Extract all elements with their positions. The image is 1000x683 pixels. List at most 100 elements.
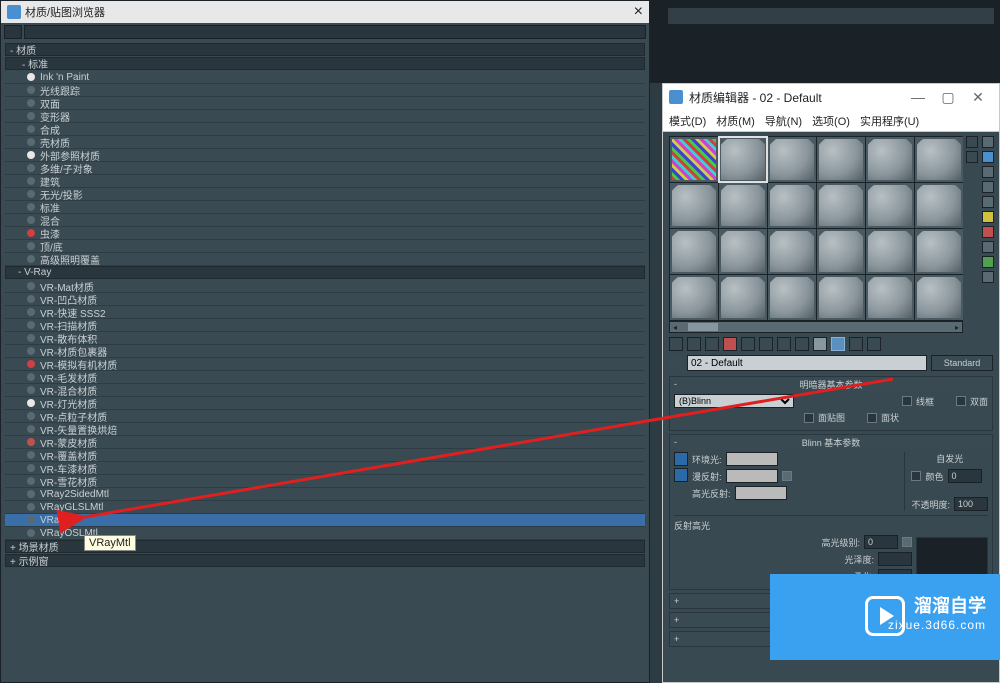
tool-show-end-result[interactable] (831, 337, 845, 351)
material-item[interactable]: Ink 'n Paint (5, 71, 645, 84)
material-item[interactable]: 建筑 (5, 175, 645, 188)
rollout-header[interactable]: - Blinn 基本参数 (670, 435, 992, 449)
tool-button[interactable] (966, 151, 978, 163)
tool-get-material[interactable] (669, 337, 683, 351)
material-sample-slot[interactable] (768, 275, 816, 320)
category-vray[interactable]: - V-Ray (5, 266, 645, 279)
material-item[interactable]: VR-雪花材质 (5, 475, 645, 488)
tool-button[interactable] (982, 271, 994, 283)
tool-button[interactable] (982, 211, 994, 223)
tool-button[interactable] (982, 166, 994, 178)
search-options-button[interactable] (4, 25, 22, 39)
material-sample-slot[interactable] (719, 229, 767, 274)
menu-navigate[interactable]: 导航(N) (765, 113, 802, 129)
tool-put-to-scene[interactable] (687, 337, 701, 351)
material-item[interactable]: VR-模拟有机材质 (5, 358, 645, 371)
lock-diffuse-specular[interactable] (674, 468, 688, 482)
tool-reset[interactable] (723, 337, 737, 351)
material-sample-slot[interactable] (866, 137, 914, 182)
material-sample-slot[interactable] (719, 137, 767, 182)
maximize-button[interactable]: ▢ (933, 86, 963, 108)
menu-options[interactable]: 选项(O) (812, 113, 850, 129)
material-sample-slot[interactable] (866, 183, 914, 228)
material-item[interactable]: VR-扫描材质 (5, 319, 645, 332)
material-sample-slot[interactable] (670, 275, 718, 320)
tool-put-library[interactable] (777, 337, 791, 351)
material-item[interactable]: 顶/底 (5, 240, 645, 253)
material-item[interactable]: 虫漆 (5, 227, 645, 240)
material-sample-slot[interactable] (817, 229, 865, 274)
wire-checkbox[interactable] (902, 396, 912, 406)
tool-copy[interactable] (741, 337, 755, 351)
material-sample-slot[interactable] (915, 183, 963, 228)
tool-button[interactable] (982, 151, 994, 163)
spec-level-spinner[interactable]: 0 (864, 535, 898, 549)
category-sample-slots[interactable]: + 示例窗 (5, 554, 645, 567)
shader-type-select[interactable]: (B)Blinn (674, 394, 794, 408)
material-sample-slot[interactable] (915, 137, 963, 182)
material-sample-slot[interactable] (817, 137, 865, 182)
tool-button[interactable] (982, 226, 994, 238)
self-illum-spinner[interactable]: 0 (948, 469, 982, 483)
material-item[interactable]: VR-矢量置换烘焙 (5, 423, 645, 436)
minimize-button[interactable]: — (903, 86, 933, 108)
tool-button[interactable] (982, 136, 994, 148)
menu-mode[interactable]: 模式(D) (669, 113, 706, 129)
material-item[interactable]: 混合 (5, 214, 645, 227)
search-input[interactable] (24, 25, 646, 39)
material-item[interactable]: 光线跟踪 (5, 84, 645, 97)
tool-show-map[interactable] (813, 337, 827, 351)
material-sample-slot[interactable] (817, 275, 865, 320)
tool-button[interactable] (982, 256, 994, 268)
lock-ambient-diffuse[interactable] (674, 452, 688, 466)
tool-go-forward[interactable] (867, 337, 881, 351)
material-item[interactable]: 双面 (5, 97, 645, 110)
material-sample-slot[interactable] (866, 275, 914, 320)
faceted-checkbox[interactable] (867, 413, 877, 423)
material-item[interactable]: 壳材质 (5, 136, 645, 149)
specular-color[interactable] (735, 486, 787, 500)
two-sided-checkbox[interactable] (956, 396, 966, 406)
self-illum-color-checkbox[interactable] (911, 471, 921, 481)
material-sample-slot[interactable] (670, 137, 718, 182)
material-item[interactable]: VR-快速 SSS2 (5, 306, 645, 319)
tool-button[interactable] (982, 241, 994, 253)
material-type-button[interactable]: Standard (931, 355, 993, 371)
opacity-spinner[interactable]: 100 (954, 497, 988, 511)
menu-utilities[interactable]: 实用程序(U) (860, 113, 919, 129)
material-sample-slot[interactable] (866, 229, 914, 274)
material-name-combo[interactable] (687, 355, 927, 371)
diffuse-color[interactable] (726, 469, 778, 483)
tool-button[interactable] (966, 136, 978, 148)
material-item[interactable]: VRay2SidedMtl (5, 488, 645, 501)
material-item[interactable]: 无光/投影 (5, 188, 645, 201)
material-sample-slot[interactable] (768, 137, 816, 182)
tool-button[interactable] (982, 196, 994, 208)
tool-button[interactable] (982, 181, 994, 193)
close-icon[interactable]: × (634, 3, 643, 21)
material-sample-slot[interactable] (670, 229, 718, 274)
material-item[interactable]: VR-车漆材质 (5, 462, 645, 475)
material-sample-slot[interactable] (719, 275, 767, 320)
material-item[interactable]: 高级照明覆盖 (5, 253, 645, 266)
tool-material-id[interactable] (795, 337, 809, 351)
spec-level-map-slot[interactable] (902, 537, 912, 547)
material-sample-slot[interactable] (719, 183, 767, 228)
category-materials[interactable]: - 材质 (5, 43, 645, 56)
face-map-checkbox[interactable] (804, 413, 814, 423)
material-item[interactable]: 变形器 (5, 110, 645, 123)
category-standard[interactable]: - 标准 (5, 57, 645, 70)
material-item[interactable]: VRayMtl (5, 514, 645, 527)
material-item[interactable]: 多维/子对象 (5, 162, 645, 175)
tool-assign[interactable] (705, 337, 719, 351)
rollout-header[interactable]: - 明暗器基本参数 (670, 377, 992, 391)
glossiness-spinner[interactable] (878, 552, 912, 566)
material-item[interactable]: VR-覆盖材质 (5, 449, 645, 462)
ambient-color[interactable] (726, 452, 778, 466)
diffuse-map-slot[interactable] (782, 471, 792, 481)
slots-scrollbar[interactable]: ◂▸ (669, 321, 963, 333)
material-sample-slot[interactable] (915, 229, 963, 274)
material-item[interactable]: 外部参照材质 (5, 149, 645, 162)
material-item[interactable]: VR-毛发材质 (5, 371, 645, 384)
material-sample-slot[interactable] (768, 183, 816, 228)
